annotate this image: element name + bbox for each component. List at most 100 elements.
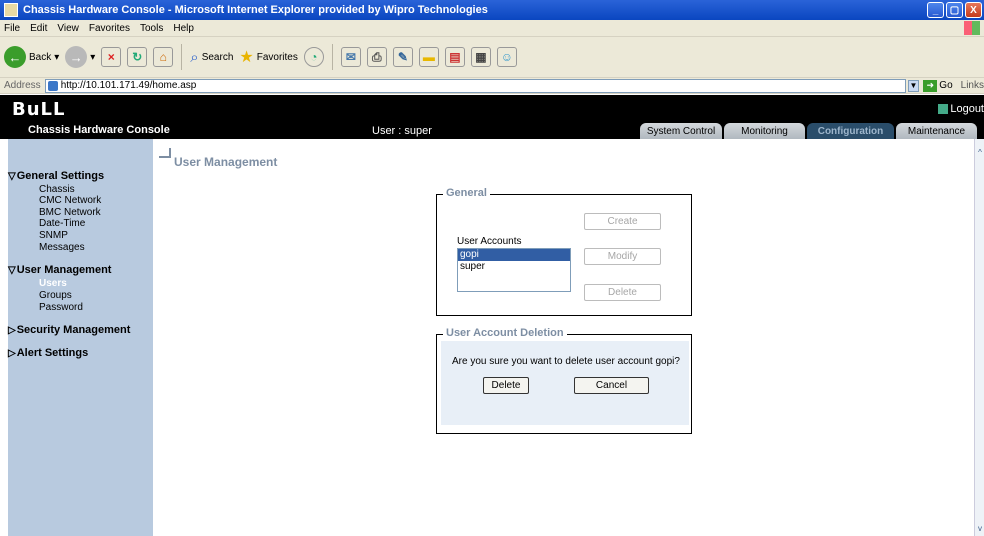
expanded-triangle-icon: ▽ bbox=[8, 264, 16, 276]
minimize-button[interactable]: _ bbox=[927, 2, 944, 18]
sidebar-section-security-management[interactable]: ▷ Security Management bbox=[8, 324, 130, 336]
sidebar: ▽ General Settings Chassis CMC Network B… bbox=[8, 139, 153, 536]
forward-button[interactable]: → ▾ bbox=[65, 46, 95, 68]
research-icon[interactable]: ▦ bbox=[470, 47, 491, 67]
edit-icon[interactable]: ✎ bbox=[392, 47, 413, 67]
tab-maintenance[interactable]: Maintenance bbox=[896, 123, 977, 139]
go-label: Go bbox=[939, 80, 953, 91]
search-label: Search bbox=[201, 51, 234, 63]
address-bar: Address http://10.101.171.49/home.asp ▼ … bbox=[0, 78, 984, 94]
bull-logo: BuLL bbox=[12, 99, 66, 120]
home-icon[interactable]: ⌂ bbox=[153, 47, 174, 67]
go-arrow-icon: ➜ bbox=[923, 79, 938, 92]
refresh-icon[interactable]: ↻ bbox=[127, 47, 148, 67]
folder-icon[interactable]: ▬ bbox=[418, 47, 439, 67]
menu-bar: File Edit View Favorites Tools Help bbox=[0, 20, 984, 37]
sidebar-section-general-settings[interactable]: ▽ General Settings bbox=[8, 170, 104, 182]
favorites-button[interactable]: ★ Favorites bbox=[239, 47, 297, 67]
star-icon: ★ bbox=[239, 49, 254, 66]
sidebar-section-user-management[interactable]: ▽ User Management bbox=[8, 264, 111, 276]
collapsed-triangle-icon: ▷ bbox=[8, 347, 16, 359]
confirmation-panel: Are you sure you want to delete user acc… bbox=[441, 341, 689, 425]
back-arrow-icon: ← bbox=[4, 46, 26, 68]
confirm-delete-button[interactable]: Delete bbox=[483, 377, 529, 394]
menu-favorites[interactable]: Favorites bbox=[89, 23, 130, 34]
vertical-scrollbar[interactable]: ^ v bbox=[974, 139, 984, 536]
browser-toolbar: ← Back ▾ → ▾ × ↻ ⌂ ⌕ Search ★ Favorites … bbox=[0, 37, 984, 78]
sidebar-section-alert-settings[interactable]: ▷ Alert Settings bbox=[8, 347, 88, 359]
menu-view[interactable]: View bbox=[57, 23, 79, 34]
scroll-up-icon[interactable]: ^ bbox=[975, 147, 984, 158]
list-item[interactable]: gopi bbox=[458, 249, 570, 261]
sidebar-item-cmc-network[interactable]: CMC Network bbox=[39, 195, 101, 206]
print-icon[interactable]: ⎙ bbox=[366, 47, 387, 67]
menu-edit[interactable]: Edit bbox=[30, 23, 47, 34]
cancel-button[interactable]: Cancel bbox=[574, 377, 649, 394]
sidebar-item-snmp[interactable]: SNMP bbox=[39, 230, 68, 241]
sidebar-item-bmc-network[interactable]: BMC Network bbox=[39, 207, 101, 218]
delete-user-button[interactable]: Delete bbox=[584, 284, 661, 301]
chevron-down-icon: ▾ bbox=[54, 51, 60, 63]
tab-system-control[interactable]: System Control bbox=[640, 123, 722, 139]
section-label: General Settings bbox=[16, 170, 105, 182]
page-icon bbox=[47, 80, 58, 91]
document-icon[interactable]: ▤ bbox=[444, 47, 465, 67]
logout-link[interactable]: Logout bbox=[938, 103, 984, 115]
close-button[interactable]: X bbox=[965, 2, 982, 18]
history-icon[interactable]: ◔ bbox=[303, 47, 324, 67]
toolbar-separator bbox=[181, 44, 183, 70]
sidebar-item-chassis[interactable]: Chassis bbox=[39, 184, 75, 195]
create-button[interactable]: Create bbox=[584, 213, 661, 230]
menu-file[interactable]: File bbox=[4, 23, 20, 34]
sidebar-item-date-time[interactable]: Date-Time bbox=[39, 218, 85, 229]
console-title: Chassis Hardware Console bbox=[28, 124, 170, 136]
search-button[interactable]: ⌕ Search bbox=[190, 49, 233, 66]
address-input[interactable]: http://10.101.171.49/home.asp bbox=[44, 78, 906, 93]
address-dropdown-icon[interactable]: ▼ bbox=[907, 79, 920, 92]
tab-monitoring[interactable]: Monitoring bbox=[724, 123, 805, 139]
go-button[interactable]: ➜ Go bbox=[923, 79, 953, 92]
expanded-triangle-icon: ▽ bbox=[8, 170, 16, 182]
deletion-legend: User Account Deletion bbox=[443, 327, 567, 339]
menu-tools[interactable]: Tools bbox=[140, 23, 163, 34]
scroll-down-icon[interactable]: v bbox=[975, 523, 984, 534]
forward-arrow-icon: → bbox=[65, 46, 88, 68]
address-url: http://10.101.171.49/home.asp bbox=[60, 80, 197, 91]
user-accounts-label: User Accounts bbox=[457, 236, 522, 247]
stop-icon[interactable]: × bbox=[101, 47, 122, 67]
list-item[interactable]: super bbox=[458, 261, 570, 273]
logout-label: Logout bbox=[950, 103, 984, 115]
general-fieldset: General User Accounts gopi super Create … bbox=[436, 187, 692, 316]
toolbar-separator bbox=[331, 44, 333, 70]
sidebar-item-users[interactable]: Users bbox=[39, 278, 67, 289]
search-icon: ⌕ bbox=[190, 48, 199, 66]
windows-logo-icon bbox=[964, 21, 980, 35]
favorites-label: Favorites bbox=[256, 51, 298, 63]
section-label: Alert Settings bbox=[16, 347, 89, 359]
general-legend: General bbox=[443, 187, 490, 199]
menu-help[interactable]: Help bbox=[173, 23, 194, 34]
sidebar-item-messages[interactable]: Messages bbox=[39, 242, 85, 253]
chevron-down-icon: ▾ bbox=[90, 51, 96, 63]
window-title-bar: Chassis Hardware Console - Microsoft Int… bbox=[0, 0, 984, 20]
window-controls: _ ▢ X bbox=[927, 2, 982, 18]
title-corner-icon bbox=[159, 148, 171, 158]
current-user: User : super bbox=[372, 125, 432, 137]
section-label: User Management bbox=[16, 264, 112, 276]
tab-configuration[interactable]: Configuration bbox=[807, 123, 894, 139]
section-label: Security Management bbox=[16, 324, 131, 336]
links-button[interactable]: Links bbox=[961, 80, 984, 91]
top-tabs: System Control Monitoring Configuration … bbox=[640, 123, 977, 139]
logout-icon bbox=[938, 104, 949, 114]
maximize-button[interactable]: ▢ bbox=[946, 2, 963, 18]
messenger-icon[interactable]: ☺ bbox=[496, 47, 517, 67]
modify-button[interactable]: Modify bbox=[584, 248, 661, 265]
mail-icon[interactable]: ✉ bbox=[340, 47, 361, 67]
back-button[interactable]: ← Back ▾ bbox=[4, 46, 59, 68]
left-margin bbox=[0, 139, 8, 536]
window-title: Chassis Hardware Console - Microsoft Int… bbox=[23, 4, 488, 16]
sidebar-item-password[interactable]: Password bbox=[39, 302, 83, 313]
sidebar-item-groups[interactable]: Groups bbox=[39, 290, 72, 301]
user-accounts-list[interactable]: gopi super bbox=[457, 248, 571, 292]
address-label: Address bbox=[4, 80, 41, 91]
